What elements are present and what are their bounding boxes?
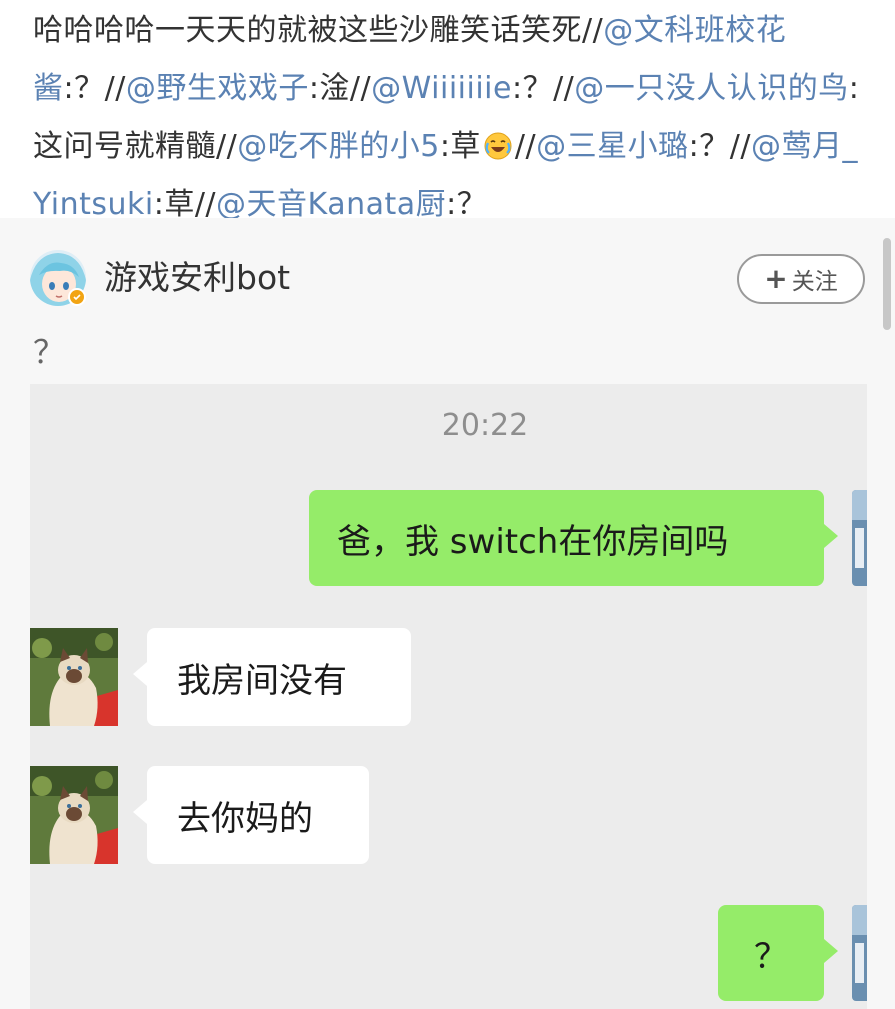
follow-label: 关注: [791, 269, 838, 295]
chat-timestamp: 20:22: [441, 408, 529, 443]
plus-icon: +: [764, 262, 788, 295]
repost-text-segment: :？//: [63, 71, 126, 106]
author-avatar[interactable]: [30, 250, 86, 306]
self-avatar: [852, 490, 867, 586]
self-avatar: [852, 905, 867, 1001]
repost-block: 哈哈哈哈一天天的就被这些沙雕笑话笑死//@文科班校花酱:？//@野生戏戏子:淦/…: [0, 0, 895, 222]
bubble-tail: [133, 662, 147, 686]
cat-avatar: [30, 766, 118, 864]
user-mention-link[interactable]: @一只没人认识的鸟: [574, 71, 849, 106]
chat-message-incoming: 去你妈的: [133, 766, 369, 864]
chat-message-outgoing: ？: [718, 905, 838, 1001]
user-mention-link[interactable]: @吃不胖的小5: [237, 129, 440, 164]
repost-text-segment: :草: [439, 129, 481, 164]
message-text: ？: [754, 936, 788, 977]
repost-text-segment: :草//: [153, 187, 217, 222]
chat-screenshot: 20:22 爸，我 switch在你房间吗 我房间没有 去你妈的 ？: [30, 384, 867, 1009]
message-text: 我房间没有: [177, 660, 347, 701]
repost-text-segment: :？//: [688, 129, 751, 164]
repost-text-segment: :？//: [511, 71, 575, 106]
bubble-tail: [824, 939, 838, 963]
message-text: 爸，我 switch在你房间吗: [337, 521, 729, 562]
bubble-tail: [133, 800, 147, 824]
repost-text: 哈哈哈哈一天天的就被这些沙雕笑话笑死//@文科班校花酱:？//@野生戏戏子:淦/…: [33, 2, 873, 234]
bubble-tail: [824, 524, 838, 548]
weibo-screen: 哈哈哈哈一天天的就被这些沙雕笑话笑死//@文科班校花酱:？//@野生戏戏子:淦/…: [0, 0, 895, 1009]
user-mention-link[interactable]: @Wiiiiiiie: [371, 71, 512, 106]
repost-text-segment: :？: [446, 187, 488, 222]
scrollbar[interactable]: [883, 238, 891, 330]
author-name[interactable]: 游戏安利bot: [104, 256, 290, 300]
repost-text-segment: //: [514, 129, 537, 164]
chat-message-incoming: 我房间没有: [133, 628, 411, 726]
post-text: ？: [33, 333, 66, 371]
follow-button[interactable]: + 关注: [737, 254, 865, 304]
user-mention-link[interactable]: @三星小璐: [536, 129, 689, 164]
message-text: 去你妈的: [177, 798, 313, 839]
chat-message-outgoing: 爸，我 switch在你房间吗: [309, 490, 838, 586]
user-mention-link[interactable]: @野生戏戏子: [126, 71, 309, 106]
laughing-crying-icon: [483, 123, 513, 160]
verified-badge-icon: [68, 288, 86, 306]
repost-text-segment: :淦//: [308, 71, 372, 106]
repost-text-segment: 哈哈哈哈一天天的就被这些沙雕笑话笑死//: [33, 13, 604, 48]
user-mention-link[interactable]: @天音Kanata厨: [216, 187, 446, 222]
cat-avatar: [30, 628, 118, 726]
original-post: 游戏安利bot + 关注 ？ 20:22 爸，我 switch在你房间吗 我房间…: [0, 218, 895, 1009]
